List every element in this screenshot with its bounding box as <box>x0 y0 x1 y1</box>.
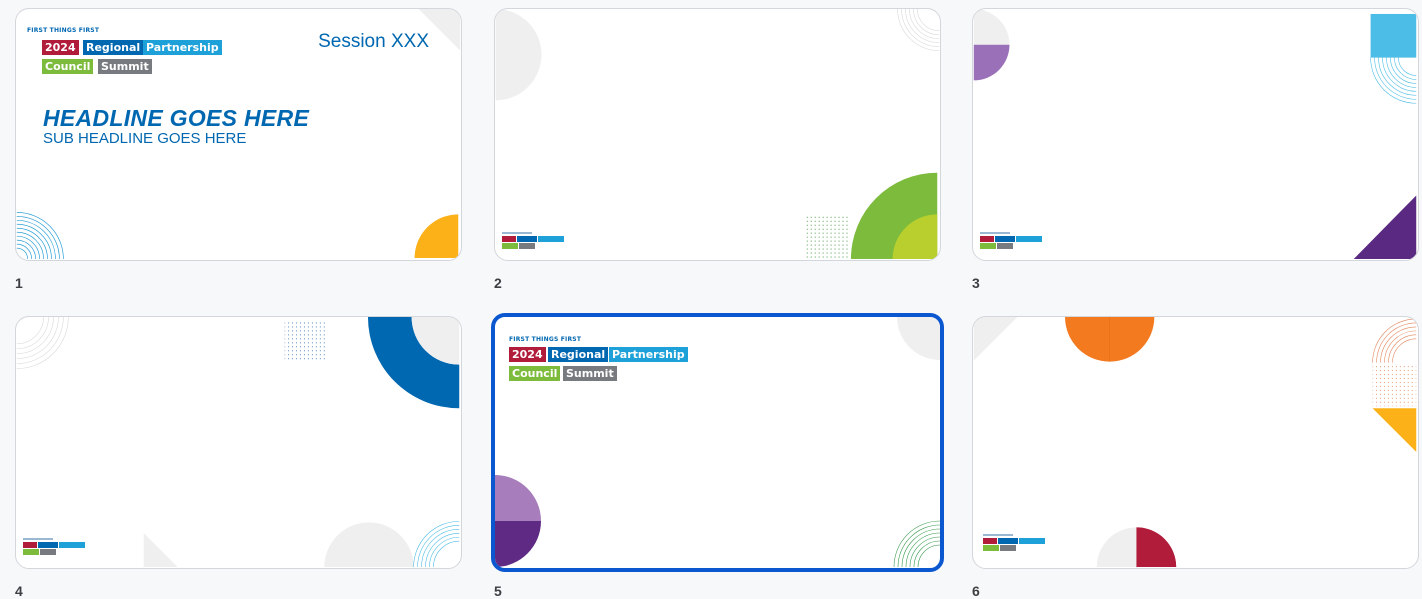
brand-mini-logo <box>980 232 1070 259</box>
brand-regional-block: Regional <box>548 347 609 362</box>
brand-summit-block: Summit <box>98 59 152 74</box>
slide-number-2: 2 <box>494 275 502 291</box>
slide-number-4: 4 <box>15 583 23 599</box>
brand-council-block: Council <box>509 366 561 381</box>
brand-year-block: 2024 <box>509 347 546 362</box>
slide-3-decorations <box>973 9 1417 260</box>
slide-number-3: 3 <box>972 275 980 291</box>
slide-thumbnail-2[interactable] <box>494 8 941 261</box>
slide-number-5: 5 <box>494 583 502 599</box>
brand-summit-block: Summit <box>563 366 617 381</box>
brand-mini-logo <box>983 534 1073 561</box>
slide-thumbnail-5[interactable]: FIRST THINGS FIRST 2024 Regional Partner… <box>491 313 944 572</box>
slide-thumbnail-1[interactable]: FIRST THINGS FIRST 2024 Regional Partner… <box>15 8 462 261</box>
session-label: Session XXX <box>318 31 429 52</box>
brand-regional-block: Regional <box>83 40 144 55</box>
brand-mini-logo <box>23 538 113 565</box>
slide-6-decorations <box>973 317 1417 568</box>
brand-council-block: Council <box>42 59 94 74</box>
slide-number-1: 1 <box>15 275 23 291</box>
slide-2-decorations <box>495 9 940 260</box>
brand-org-label: FIRST THINGS FIRST <box>509 336 582 343</box>
brand-partnership-block: Partnership <box>609 347 688 362</box>
slide-4-decorations <box>16 317 460 568</box>
headline-text: HEADLINE GOES HERE <box>43 105 310 131</box>
brand-mini-logo <box>502 232 592 259</box>
brand-year-block: 2024 <box>42 40 79 55</box>
slide-thumbnail-3[interactable] <box>972 8 1419 261</box>
subheadline-text: SUB HEADLINE GOES HERE <box>43 130 247 147</box>
slide-number-6: 6 <box>972 583 980 599</box>
brand-partnership-block: Partnership <box>143 40 222 55</box>
slide-thumbnail-4[interactable] <box>15 316 462 569</box>
dot-grid <box>805 215 849 260</box>
brand-org-label: FIRST THINGS FIRST <box>27 27 100 34</box>
slide-thumbnail-6[interactable] <box>972 316 1419 569</box>
